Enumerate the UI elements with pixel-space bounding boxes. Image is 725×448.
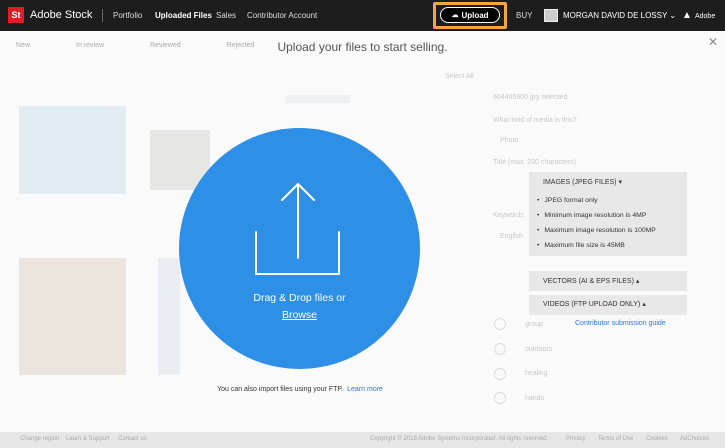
keyword-circle [494, 343, 506, 355]
keywords-label: Keywords [493, 212, 524, 219]
upload-dialog-title: Upload your files to start selling. [277, 40, 448, 54]
user-menu[interactable]: MORGAN DAVID DE LOSSY ⌄ [563, 11, 676, 20]
nav-sales[interactable]: Sales [216, 11, 236, 20]
nav-contributor-account[interactable]: Contributor Account [247, 11, 317, 20]
user-name: MORGAN DAVID DE LOSSY [563, 11, 668, 20]
learn-more-link[interactable]: Learn more [347, 386, 383, 393]
videos-header[interactable]: VIDEOS (FTP UPLOAD ONLY) ▴ [543, 300, 646, 308]
brand-name[interactable]: Adobe Stock [30, 9, 92, 21]
nav-portfolio[interactable]: Portfolio [113, 11, 142, 20]
footer-terms[interactable]: Terms of Use [598, 436, 633, 442]
media-question: What kind of media is this? [493, 117, 577, 124]
submission-guide-link[interactable]: Contributor submission guide [575, 320, 666, 327]
vectors-header-label: VECTORS (AI & EPS FILES) [543, 278, 634, 285]
title-label: Title (max. 200 characters) [493, 159, 576, 166]
keyword-circle [494, 392, 506, 404]
nav-uploaded-files[interactable]: Uploaded Files [155, 11, 212, 20]
footer-change-region[interactable]: Change region [20, 436, 59, 442]
thumbnail-top[interactable] [285, 95, 350, 103]
image-rule: Maximum file size is 45MB [537, 242, 624, 249]
file-name: 604465900.jpg selected [493, 94, 568, 101]
adobe-link[interactable]: ▲ Adobe [682, 9, 715, 21]
ftp-info: You can also import files using your FTP… [0, 386, 600, 393]
select-all-label[interactable]: Select All [445, 73, 474, 80]
footer-adchoices[interactable]: AdChoices [680, 436, 709, 442]
keyword-circle [494, 368, 506, 380]
avatar[interactable] [544, 9, 558, 22]
vectors-header[interactable]: VECTORS (AI & EPS FILES) ▴ [543, 277, 639, 285]
adobe-stock-logo[interactable]: St [8, 7, 24, 23]
language-select[interactable]: English [500, 233, 523, 240]
drop-instructions: Drag & Drop files or [253, 292, 346, 304]
ftp-text: You can also import files using your FTP… [217, 386, 344, 393]
chevron-up-icon: ▴ [642, 301, 646, 308]
footer-cookies[interactable]: Cookies [646, 436, 668, 442]
close-icon[interactable]: ✕ [708, 35, 718, 49]
thumbnail-pumpkin[interactable] [19, 258, 126, 375]
page-footer: Change region Learn & Support Contact us… [0, 432, 725, 448]
thumbnail-field[interactable] [158, 258, 180, 375]
cloud-upload-icon: ☁ [451, 12, 459, 19]
nav-buy[interactable]: BUY [516, 11, 532, 20]
drop-zone[interactable] [179, 128, 420, 369]
browse-link[interactable]: Browse [179, 307, 420, 324]
image-rule: Maximum image resolution is 100MP [537, 227, 655, 234]
footer-privacy[interactable]: Privacy [566, 436, 586, 442]
upload-button-label: Upload [461, 10, 489, 20]
chevron-up-icon: ▴ [635, 278, 640, 285]
chevron-down-icon: ⌄ [669, 11, 677, 20]
chevron-down-icon: ▾ [618, 179, 622, 186]
keyword-item: outdoors [525, 346, 553, 353]
footer-learn-support[interactable]: Learn & Support [66, 436, 110, 442]
keyword-item: hands [525, 395, 545, 402]
images-header-label: IMAGES (JPEG FILES) [543, 179, 617, 186]
keyword-item: group [525, 321, 543, 328]
images-header[interactable]: IMAGES (JPEG FILES) ▾ [543, 178, 622, 186]
drop-zone-text: Drag & Drop files or Browse [179, 290, 420, 324]
footer-contact[interactable]: Contact us [118, 436, 147, 442]
image-rule: JPEG format only [537, 197, 597, 204]
footer-copyright: Copyright © 2018 Adobe Systems Incorpora… [370, 436, 549, 442]
adobe-logo-icon: ▲ [682, 10, 692, 21]
upload-arrow-icon [255, 183, 340, 275]
thumbnail-sky[interactable] [19, 106, 126, 194]
keyword-item: healing [525, 370, 548, 377]
media-select[interactable]: Photo [500, 137, 518, 144]
keyword-circle [494, 318, 506, 330]
adobe-label: Adobe [694, 13, 716, 20]
image-rule: Minimum image resolution is 4MP [537, 212, 646, 219]
top-navigation: St Adobe Stock Portfolio Uploaded Files … [0, 0, 725, 31]
nav-divider [102, 9, 103, 22]
upload-button[interactable]: ☁ Upload [440, 7, 500, 23]
videos-header-label: VIDEOS (FTP UPLOAD ONLY) [543, 301, 641, 308]
